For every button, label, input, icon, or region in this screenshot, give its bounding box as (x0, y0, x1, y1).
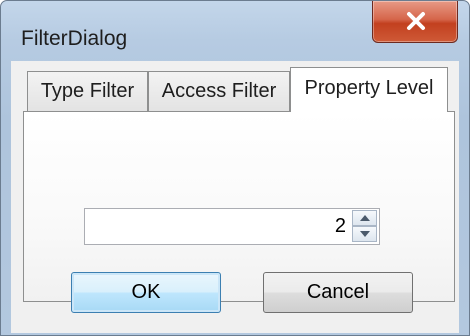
cancel-button[interactable]: Cancel (263, 272, 413, 313)
caret-up-icon (360, 215, 370, 221)
tab-label: Type Filter (40, 80, 135, 102)
tab-label: Access Filter (161, 80, 277, 102)
close-icon (407, 12, 425, 30)
spin-down-button[interactable] (352, 226, 377, 242)
caret-down-icon (360, 231, 370, 237)
ok-button[interactable]: OK (71, 272, 221, 313)
tab-access-filter[interactable]: Access Filter (148, 71, 290, 111)
tab-label: Property Level (304, 77, 434, 99)
close-button[interactable] (372, 1, 458, 43)
dialog-window: FilterDialog Type Filter Access Filter P… (0, 0, 470, 336)
spin-up-button[interactable] (352, 210, 377, 226)
window-title: FilterDialog (21, 27, 128, 50)
tab-type-filter[interactable]: Type Filter (27, 71, 148, 111)
level-input[interactable] (85, 209, 349, 244)
level-spinner (84, 208, 380, 245)
tab-property-level[interactable]: Property Level (290, 67, 448, 112)
